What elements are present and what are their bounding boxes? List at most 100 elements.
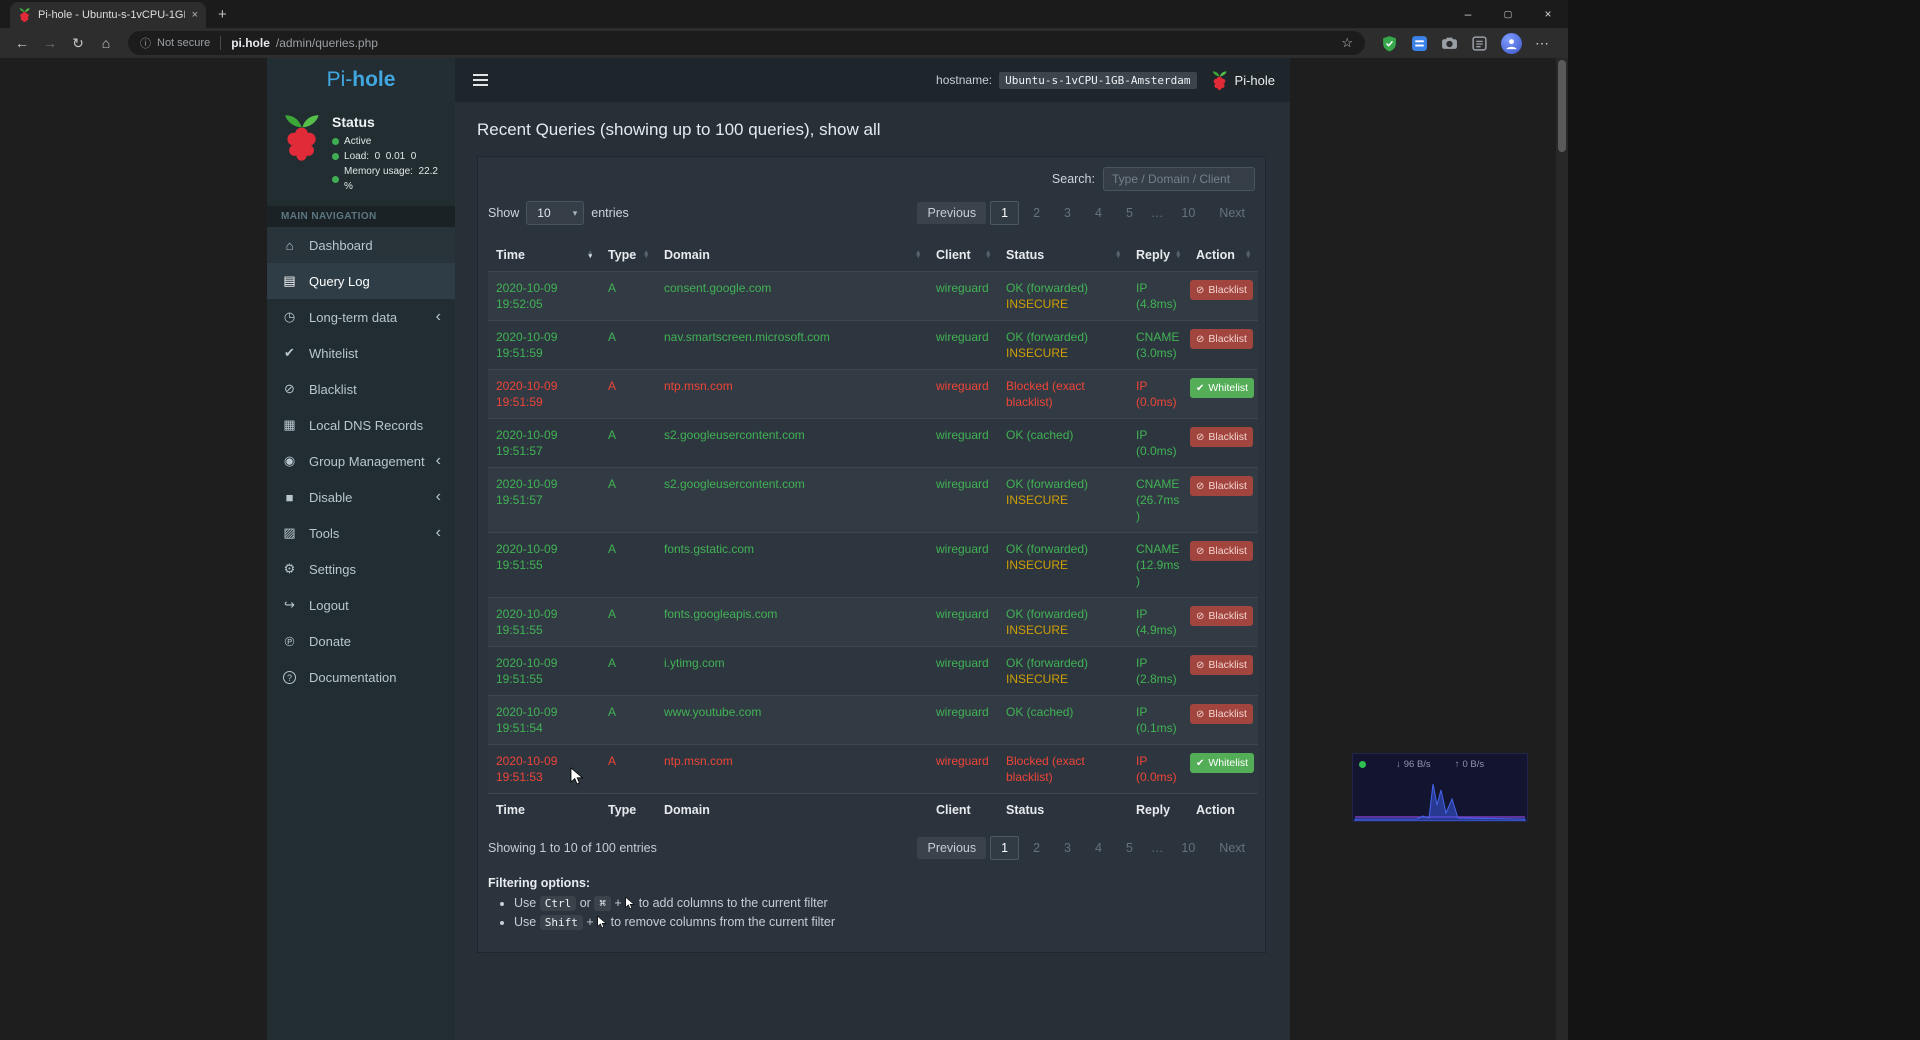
cell-domain: s2.googleusercontent.com xyxy=(656,419,928,468)
search-input[interactable] xyxy=(1103,167,1255,191)
col-header-reply[interactable]: Reply▴▾ xyxy=(1128,239,1188,272)
chevron-left-icon: ‹ xyxy=(436,525,441,541)
close-button[interactable]: × xyxy=(1528,0,1568,28)
ban-icon: ⊘ xyxy=(1196,285,1204,296)
pagination-page-4[interactable]: 4 xyxy=(1085,202,1112,224)
new-tab-button[interactable]: + xyxy=(218,6,227,23)
ban-icon: ⊘ xyxy=(1196,709,1204,720)
tab-close-icon[interactable]: × xyxy=(192,9,198,21)
pagination-previous[interactable]: Previous xyxy=(917,837,986,859)
status-line: Load: 0 0.01 0 xyxy=(332,149,447,164)
sidebar-item-long-term-data[interactable]: ◷Long-term data‹ xyxy=(267,299,455,335)
col-header-action[interactable]: Action▴▾ xyxy=(1188,239,1258,272)
maximize-button[interactable]: ▢ xyxy=(1488,0,1528,28)
blacklist-button[interactable]: ⊘Blacklist xyxy=(1190,476,1253,496)
minimize-button[interactable]: – xyxy=(1448,0,1488,28)
status-line: Memory usage: 22.2 % xyxy=(332,164,447,194)
pagination-page-2[interactable]: 2 xyxy=(1023,837,1050,859)
blacklist-button[interactable]: ⊘Blacklist xyxy=(1190,280,1253,300)
pagination-page-5[interactable]: 5 xyxy=(1116,202,1143,224)
filtering-options: Filtering options: Use Ctrl or ⌘ + xyxy=(488,876,1255,929)
blacklist-button[interactable]: ⊘Blacklist xyxy=(1190,329,1253,349)
sidebar-item-local-dns-records[interactable]: ▦Local DNS Records xyxy=(267,407,455,443)
pagination-page-10[interactable]: 10 xyxy=(1171,202,1205,224)
blacklist-button[interactable]: ⊘Blacklist xyxy=(1190,606,1253,626)
clock-icon: ◷ xyxy=(281,309,298,325)
cell-type: A xyxy=(600,272,656,321)
sidebar-item-whitelist[interactable]: ✔Whitelist xyxy=(267,335,455,371)
sidebar-item-blacklist[interactable]: ⊘Blacklist xyxy=(267,371,455,407)
cursor-icon xyxy=(597,915,607,929)
blacklist-button[interactable]: ⊘Blacklist xyxy=(1190,704,1253,724)
entries-control: Show 10 ▾ entries xyxy=(488,201,629,225)
pagination-page-3[interactable]: 3 xyxy=(1054,837,1081,859)
mouse-cursor xyxy=(570,767,584,785)
query-row: 2020-10-09 19:51:59Antp.msn.comwireguard… xyxy=(488,370,1258,419)
pagination-page-4[interactable]: 4 xyxy=(1085,837,1112,859)
pagination-next[interactable]: Next xyxy=(1209,202,1255,224)
ban-icon: ⊘ xyxy=(1196,481,1204,492)
sidebar-item-label: Tools xyxy=(309,526,339,541)
whitelist-button[interactable]: ✔Whitelist xyxy=(1190,378,1254,398)
pagination-page-10[interactable]: 10 xyxy=(1171,837,1205,859)
cell-type: A xyxy=(600,647,656,696)
blacklist-button[interactable]: ⊘Blacklist xyxy=(1190,427,1253,447)
dnssec-status: INSECURE xyxy=(1006,622,1120,638)
cell-reply: IP (2.8ms) xyxy=(1128,647,1188,696)
browser-menu-icon[interactable]: ⋯ xyxy=(1535,35,1550,52)
blacklist-button[interactable]: ⊘Blacklist xyxy=(1190,655,1253,675)
scrollbar-thumb[interactable] xyxy=(1558,60,1566,152)
pagination-next[interactable]: Next xyxy=(1209,837,1255,859)
col-header-time[interactable]: Time▴▾ xyxy=(488,239,600,272)
entries-select[interactable]: 10 ▾ xyxy=(526,201,584,225)
col-header-domain[interactable]: Domain▴▾ xyxy=(656,239,928,272)
sidebar-item-documentation[interactable]: ?Documentation xyxy=(267,659,455,695)
sidebar-item-disable[interactable]: ■Disable‹ xyxy=(267,479,455,515)
cell-status: OK (cached) xyxy=(998,696,1128,745)
pagination-page-1[interactable]: 1 xyxy=(990,201,1019,225)
pagination-page-1[interactable]: 1 xyxy=(990,836,1019,860)
back-icon[interactable]: ← xyxy=(8,35,36,51)
collections-icon[interactable] xyxy=(1471,35,1488,52)
address-bar[interactable]: ⓘ Not secure pi.hole /admin/queries.php … xyxy=(128,31,1365,55)
home-icon[interactable]: ⌂ xyxy=(92,35,120,51)
pagination-page-3[interactable]: 3 xyxy=(1054,202,1081,224)
sidebar-toggle-menu-icon[interactable] xyxy=(470,70,490,90)
forward-icon[interactable]: → xyxy=(36,35,64,51)
col-header-client[interactable]: Client▴▾ xyxy=(928,239,998,272)
page-scrollbar[interactable] xyxy=(1556,58,1568,1040)
cell-reply: CNAME (3.0ms) xyxy=(1128,321,1188,370)
sidebar-item-dashboard[interactable]: ⌂Dashboard xyxy=(267,227,455,263)
sidebar-item-query-log[interactable]: ▤ Query Log xyxy=(267,263,455,299)
pagination-page-5[interactable]: 5 xyxy=(1116,837,1143,859)
sidebar-item-group-management[interactable]: ◉Group Management‹ xyxy=(267,443,455,479)
show-all-link[interactable]: show all xyxy=(819,120,880,139)
cell-status: OK (cached) xyxy=(998,419,1128,468)
browser-tab[interactable]: Pi-hole - Ubuntu-s-1vCPU-1GB-Amsterdam × xyxy=(10,2,206,28)
reload-icon[interactable]: ↻ xyxy=(64,35,92,52)
col-header-status[interactable]: Status▴▾ xyxy=(998,239,1128,272)
file-icon: ▤ xyxy=(281,273,298,289)
cmd-key-icon: ⌘ xyxy=(594,896,611,911)
blacklist-button[interactable]: ⊘Blacklist xyxy=(1190,541,1253,561)
question-icon: ? xyxy=(283,671,296,684)
status-dot-icon xyxy=(332,153,339,160)
sidebar-item-donate[interactable]: ℗Donate xyxy=(267,623,455,659)
blue-extension-icon[interactable] xyxy=(1411,35,1428,52)
shield-extension-icon[interactable] xyxy=(1381,35,1398,52)
info-icon[interactable]: ⓘ xyxy=(140,35,151,51)
pagination-previous[interactable]: Previous xyxy=(917,202,986,224)
sidebar-item-label: Query Log xyxy=(309,274,370,289)
col-header-type[interactable]: Type▴▾ xyxy=(600,239,656,272)
pagination-page-2[interactable]: 2 xyxy=(1023,202,1050,224)
camera-extension-icon[interactable] xyxy=(1441,35,1458,52)
sidebar-item-settings[interactable]: ⚙Settings xyxy=(267,551,455,587)
cell-type: A xyxy=(600,468,656,533)
bookmark-star-icon[interactable]: ☆ xyxy=(1341,35,1353,51)
sidebar-item-tools[interactable]: ▨Tools‹ xyxy=(267,515,455,551)
profile-avatar[interactable] xyxy=(1501,33,1522,54)
query-row: 2020-10-09 19:51:55Afonts.gstatic.comwir… xyxy=(488,533,1258,598)
cell-reply: IP (0.0ms) xyxy=(1128,745,1188,794)
sidebar-item-logout[interactable]: ↪Logout xyxy=(267,587,455,623)
whitelist-button[interactable]: ✔Whitelist xyxy=(1190,753,1254,773)
